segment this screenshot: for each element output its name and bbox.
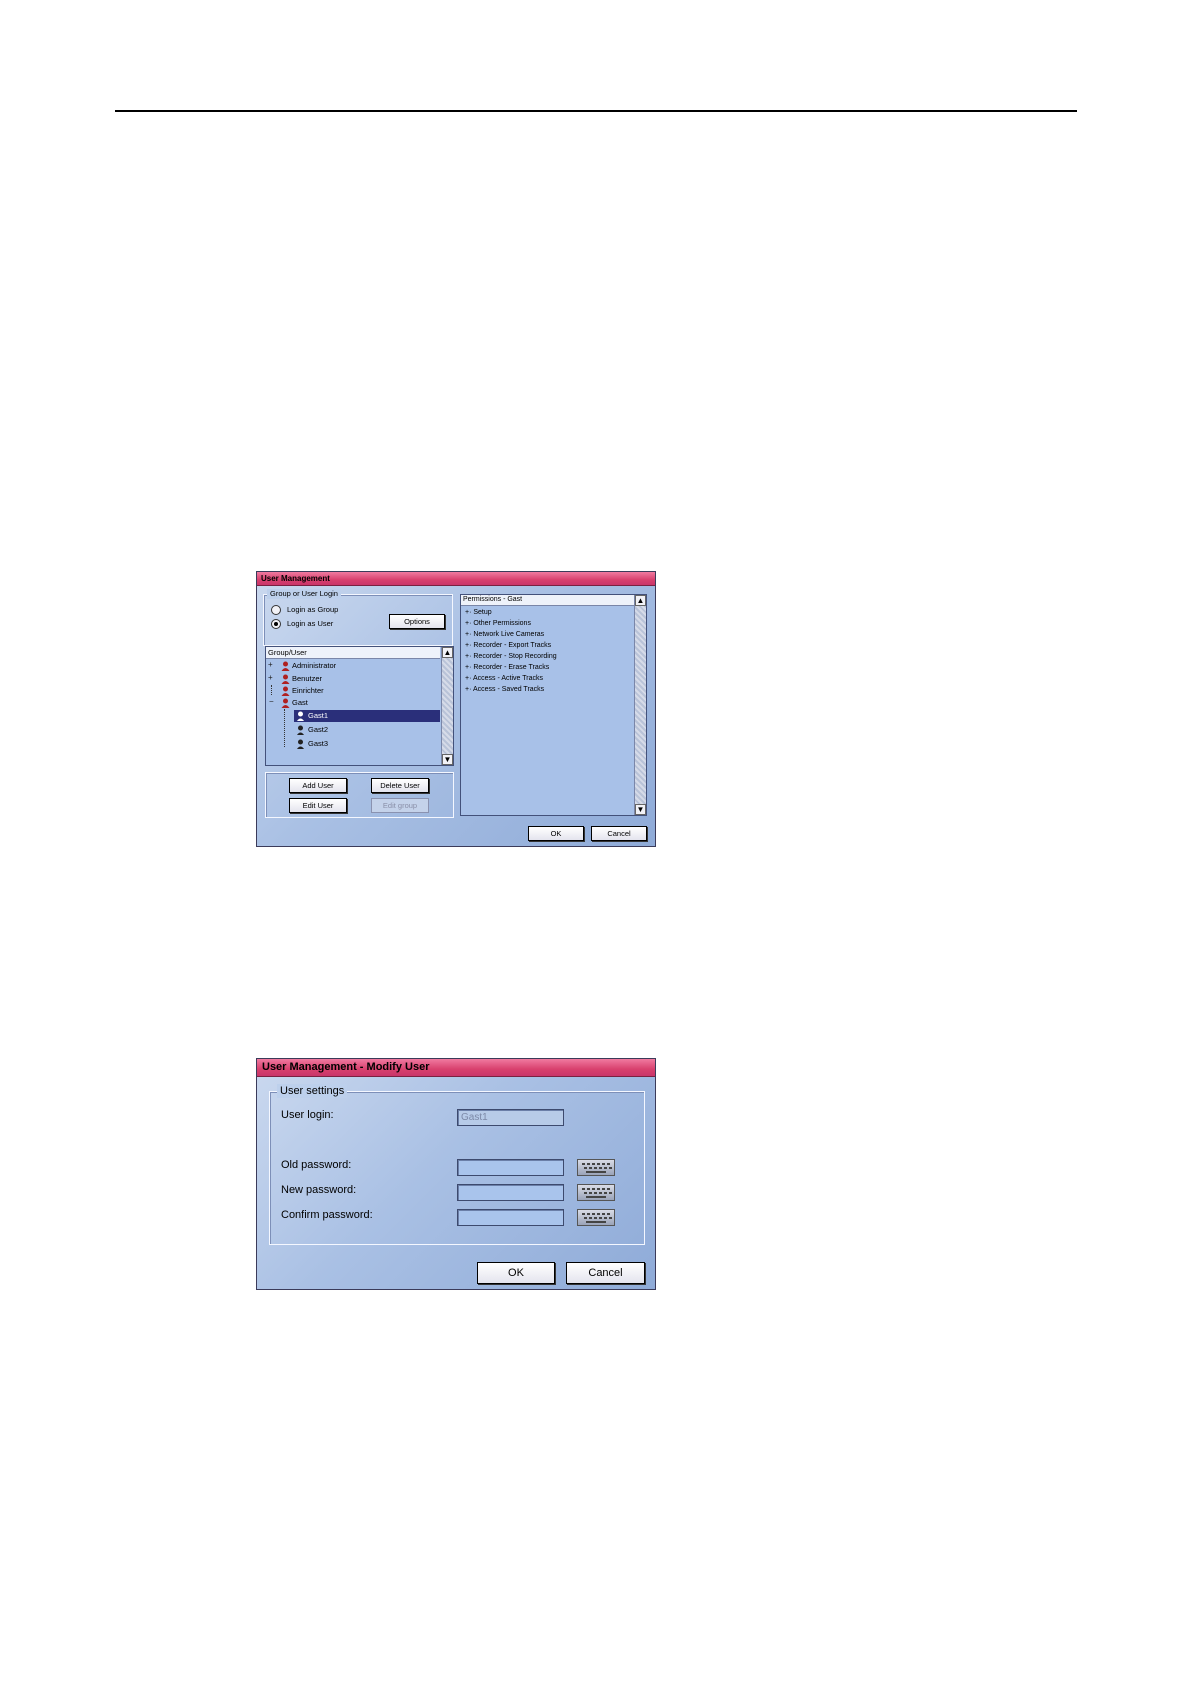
permission-label: Recorder - Erase Tracks [473,664,550,671]
ok-button[interactable]: OK [477,1262,555,1284]
tree-item-label: Gast1 [308,711,329,720]
login-as-group-radio[interactable] [271,605,281,615]
expand-icon[interactable]: +· [465,675,471,682]
user-icon [297,711,304,721]
edit-group-button[interactable]: Edit group [371,798,429,813]
tree-item-gast2[interactable]: Gast2 [308,724,328,736]
cancel-button[interactable]: Cancel [591,826,647,841]
scroll-down-arrow[interactable]: ▼ [635,804,646,815]
permission-item[interactable]: +· Access - Active Tracks [465,673,543,684]
expand-icon[interactable]: +· [465,664,471,671]
ok-button[interactable]: OK [528,826,584,841]
scroll-down-arrow[interactable]: ▼ [442,754,453,765]
permission-item[interactable]: +· Setup [465,607,492,618]
old-password-label: Old password: [281,1159,352,1171]
old-password-field[interactable] [457,1159,564,1176]
delete-user-button[interactable]: Delete User [371,778,429,793]
login-as-user-label: Login as User [287,619,334,628]
tree-item-administrator[interactable]: Administrator [292,660,336,672]
expand-icon[interactable]: + [268,660,273,669]
cancel-button[interactable]: Cancel [566,1262,645,1284]
tree-line [284,709,286,747]
tree-item-gast[interactable]: Gast [292,697,308,709]
tree-item-gast3[interactable]: Gast3 [308,738,328,750]
expand-icon[interactable]: +· [465,609,471,616]
header-rule [115,110,1077,112]
expand-icon[interactable]: +· [465,642,471,649]
edit-user-button[interactable]: Edit User [289,798,347,813]
user-login-label: User login: [281,1109,334,1121]
user-icon [297,739,304,749]
add-user-button[interactable]: Add User [289,778,347,793]
permission-item[interactable]: +· Network Live Cameras [465,629,544,640]
tree-item-einrichter[interactable]: Einrichter [292,685,324,697]
permission-item[interactable]: +· Access - Saved Tracks [465,684,544,695]
user-group-icon [281,686,290,696]
permission-label: Other Permissions [473,620,531,627]
permissions-header: Permissions - Gast [461,595,634,606]
new-password-label: New password: [281,1184,357,1196]
confirm-password-field[interactable] [457,1209,564,1226]
permissions-tree: Permissions - Gast ▲ ▼ +· Setup +· Other… [460,594,647,816]
user-group-icon [281,674,290,684]
permission-item[interactable]: +· Recorder - Export Tracks [465,640,551,651]
modify-user-dialog: User Management - Modify User User setti… [256,1058,656,1290]
scroll-up-arrow[interactable]: ▲ [442,647,453,658]
permission-item[interactable]: +· Recorder - Stop Recording [465,651,557,662]
user-management-dialog: User Management Group or User Login Logi… [256,571,656,847]
permission-item[interactable]: +· Recorder - Erase Tracks [465,662,549,673]
user-settings-legend: User settings [277,1084,348,1098]
expand-icon[interactable]: +· [465,620,471,627]
permission-label: Setup [473,609,492,616]
user-login-field[interactable]: Gast1 [457,1109,564,1126]
keyboard-icon[interactable] [577,1184,615,1201]
expand-icon[interactable]: +· [465,686,471,693]
permission-label: Recorder - Stop Recording [473,653,557,660]
user-group-icon [281,661,290,671]
permission-label: Access - Saved Tracks [472,686,545,693]
expand-icon[interactable]: + [268,673,273,682]
tree-item-gast1[interactable]: Gast1 [294,710,440,722]
tree-scrollbar[interactable]: ▲ ▼ [441,647,453,765]
permission-item[interactable]: +· Other Permissions [465,618,531,629]
expand-icon[interactable]: +· [465,631,471,638]
permissions-scrollbar[interactable]: ▲ ▼ [634,595,646,815]
permission-label: Recorder - Export Tracks [473,642,552,649]
dialog-title: User Management [257,572,655,586]
confirm-password-label: Confirm password: [281,1209,373,1221]
login-type-legend: Group or User Login [267,589,341,599]
login-as-group-label: Login as Group [287,605,339,614]
dialog-title: User Management - Modify User [257,1059,655,1077]
login-as-user-radio[interactable] [271,619,281,629]
options-button[interactable]: Options [389,614,445,629]
keyboard-icon[interactable] [577,1159,615,1176]
group-user-tree: Group/User ▲ ▼ + Administrator + Benutze… [265,646,454,766]
scroll-up-arrow[interactable]: ▲ [635,595,646,606]
new-password-field[interactable] [457,1184,564,1201]
permission-label: Access - Active Tracks [472,675,544,682]
tree-line [271,685,273,695]
tree-header: Group/User [266,647,440,659]
user-group-icon [281,698,290,708]
permission-label: Network Live Cameras [473,631,545,638]
collapse-icon[interactable]: − [269,697,274,706]
keyboard-icon[interactable] [577,1209,615,1226]
tree-item-benutzer[interactable]: Benutzer [292,673,322,685]
user-icon [297,725,304,735]
expand-icon[interactable]: +· [465,653,471,660]
